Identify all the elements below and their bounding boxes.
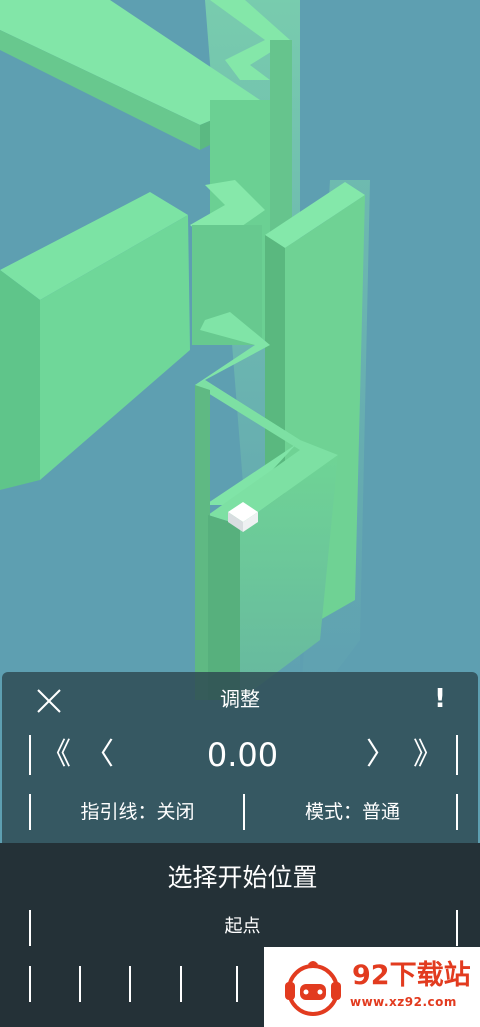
offset-value: 0.00 (206, 736, 279, 774)
step-forward-button[interactable]: 〉 (366, 735, 396, 775)
mode-toggle[interactable]: 模式：普通 (255, 795, 450, 829)
start-point-button[interactable]: 起点 (180, 912, 305, 942)
watermark-text: 92下载站 (352, 960, 471, 991)
checkpoint-slot[interactable] (129, 966, 131, 1002)
guide-line-toggle[interactable]: 指引线：关闭 (40, 795, 235, 829)
skip-forward-button[interactable]: 》 (410, 735, 446, 775)
watermark-logo-icon (285, 961, 341, 1016)
start-position-title: 选择开始位置 (167, 863, 318, 892)
checkpoint-slot[interactable] (236, 966, 238, 1002)
path-pillar (195, 385, 210, 700)
divider (29, 910, 31, 946)
divider (29, 794, 31, 830)
info-button[interactable]: ! (428, 682, 452, 716)
path-block (0, 270, 40, 490)
divider (456, 910, 458, 946)
checkpoint-slot[interactable] (29, 966, 31, 1002)
panel-title: 调整 (220, 687, 260, 711)
checkpoint-slot[interactable] (79, 966, 81, 1002)
skip-back-button[interactable]: 《 (38, 735, 74, 775)
divider (243, 794, 245, 830)
close-icon (37, 689, 61, 713)
divider (29, 735, 31, 775)
checkpoint-slot[interactable] (180, 966, 182, 1002)
step-back-button[interactable]: 〈 (84, 735, 114, 775)
close-button[interactable] (34, 686, 64, 716)
divider (456, 735, 458, 775)
divider (456, 794, 458, 830)
watermark-url: www.xz92.com (350, 995, 457, 1009)
